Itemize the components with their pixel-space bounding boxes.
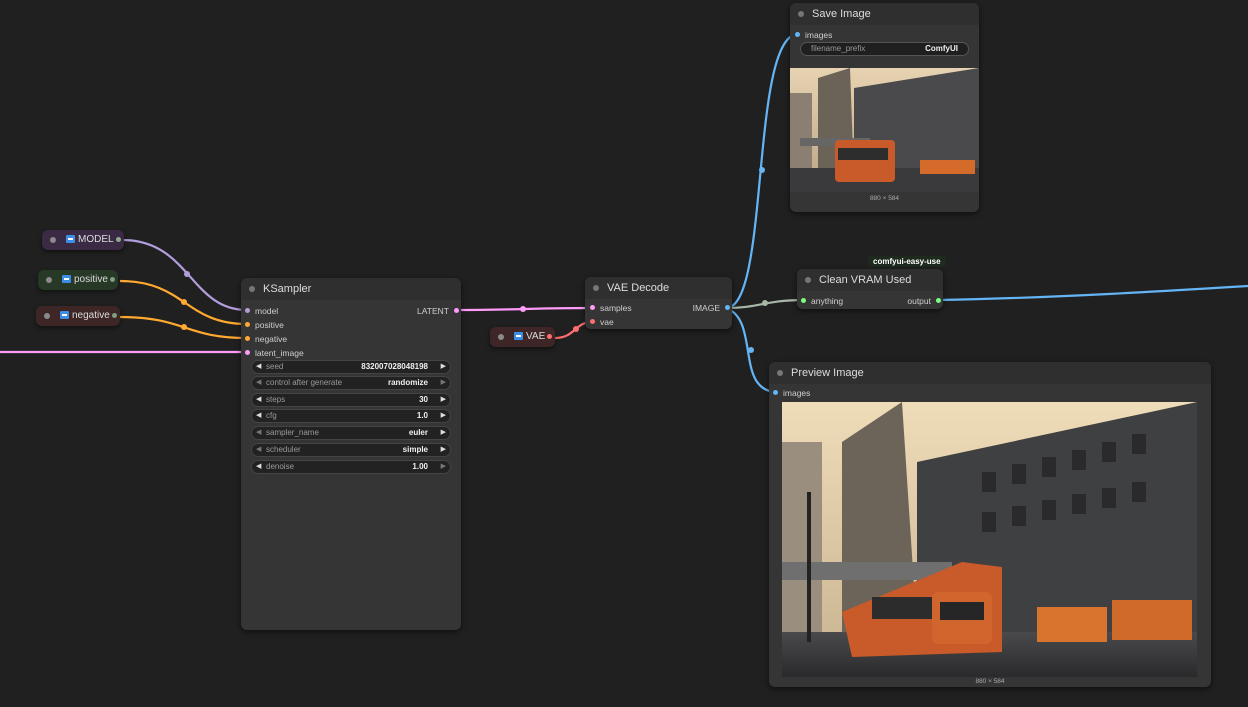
output-output[interactable]: output: [907, 296, 941, 306]
input-samples[interactable]: samples: [590, 303, 632, 313]
reroute-model[interactable]: MODEL: [42, 230, 124, 250]
reroute-icon: [62, 275, 71, 283]
save-image-node[interactable]: Save Image images filename_prefix ComfyU…: [790, 3, 979, 212]
reroute-output-pin[interactable]: [115, 237, 121, 242]
ksampler-title-bar[interactable]: KSampler: [241, 278, 461, 300]
wire-image-save: [725, 32, 798, 310]
save-image-size: 880 × 584: [869, 195, 900, 202]
input-images[interactable]: images: [795, 30, 832, 40]
denoise-widget[interactable]: ◀ denoise 1.00 ▶: [251, 460, 451, 474]
input-anything[interactable]: anything: [801, 296, 843, 306]
node-source-tag: comfyui-easy-use: [868, 256, 946, 267]
input-vae[interactable]: vae: [590, 317, 614, 327]
clean-vram-title: Clean VRAM Used: [819, 274, 912, 286]
preview-image-size: 880 × 584: [975, 678, 1005, 685]
collapse-dot[interactable]: [593, 285, 599, 291]
city-street-image: [782, 402, 1197, 677]
increment-arrow-icon[interactable]: ▶: [441, 361, 446, 373]
scheduler-widget[interactable]: ◀ scheduler simple ▶: [251, 443, 451, 457]
collapse-dot[interactable]: [44, 313, 50, 319]
decrement-arrow-icon[interactable]: ◀: [256, 361, 261, 373]
steps-widget[interactable]: ◀ steps 30 ▶: [251, 393, 451, 407]
seed-widget[interactable]: ◀ seed 832007028048198 ▶: [251, 360, 451, 374]
decrement-arrow-icon[interactable]: ◀: [256, 427, 261, 439]
ksampler-node[interactable]: KSampler model positive negative latent_…: [241, 278, 461, 630]
vae-decode-title: VAE Decode: [607, 282, 670, 294]
sampler-name-widget[interactable]: ◀ sampler_name euler ▶: [251, 426, 451, 440]
wire-image-clean: [725, 298, 805, 310]
reroute-output-pin[interactable]: [111, 313, 117, 318]
collapse-dot[interactable]: [46, 277, 52, 283]
decrement-arrow-icon[interactable]: ◀: [256, 377, 261, 389]
preview-image-display[interactable]: [782, 402, 1197, 677]
wire-negative: [119, 315, 248, 340]
reroute-output-pin[interactable]: [109, 277, 115, 282]
increment-arrow-icon[interactable]: ▶: [441, 410, 446, 422]
ksampler-title: KSampler: [263, 283, 312, 295]
clean-vram-title-bar[interactable]: Clean VRAM Used: [797, 269, 943, 291]
increment-arrow-icon[interactable]: ▶: [441, 377, 446, 389]
reroute-positive[interactable]: positive: [38, 270, 118, 290]
filename-prefix-field[interactable]: filename_prefix ComfyUI: [800, 42, 969, 56]
reroute-model-label: MODEL: [78, 234, 114, 245]
decrement-arrow-icon[interactable]: ◀: [256, 410, 261, 422]
control-after-generate-widget[interactable]: ◀ control after generate randomize ▶: [251, 376, 451, 390]
save-image-title: Save Image: [812, 8, 871, 20]
saved-image-thumbnail[interactable]: [790, 68, 979, 192]
output-latent[interactable]: LATENT: [417, 306, 459, 316]
collapse-dot[interactable]: [50, 237, 56, 243]
decrement-arrow-icon[interactable]: ◀: [256, 461, 261, 473]
collapse-dot[interactable]: [249, 286, 255, 292]
collapse-dot[interactable]: [798, 11, 804, 17]
reroute-negative[interactable]: negative: [36, 306, 120, 326]
decrement-arrow-icon[interactable]: ◀: [256, 444, 261, 456]
preview-image-title: Preview Image: [791, 367, 864, 379]
save-image-title-bar[interactable]: Save Image: [790, 3, 979, 25]
output-image[interactable]: IMAGE: [693, 303, 730, 313]
reroute-icon: [66, 235, 75, 243]
wire-model: [121, 238, 248, 312]
preview-image-title-bar[interactable]: Preview Image: [769, 362, 1211, 384]
city-street-image: [790, 68, 979, 192]
input-positive[interactable]: positive: [245, 320, 284, 330]
wire-latent: [454, 306, 593, 312]
input-model[interactable]: model: [245, 306, 278, 316]
reroute-output-pin[interactable]: [547, 334, 553, 339]
increment-arrow-icon[interactable]: ▶: [441, 461, 446, 473]
reroute-icon: [60, 311, 69, 319]
increment-arrow-icon[interactable]: ▶: [441, 394, 446, 406]
reroute-icon: [514, 332, 523, 340]
vae-decode-title-bar[interactable]: VAE Decode: [585, 277, 732, 299]
reroute-positive-label: positive: [74, 274, 108, 285]
decrement-arrow-icon[interactable]: ◀: [256, 394, 261, 406]
increment-arrow-icon[interactable]: ▶: [441, 444, 446, 456]
input-images[interactable]: images: [773, 388, 810, 398]
wire-positive: [119, 279, 248, 326]
collapse-dot[interactable]: [777, 370, 783, 376]
input-negative[interactable]: negative: [245, 334, 287, 344]
cfg-widget[interactable]: ◀ cfg 1.0 ▶: [251, 409, 451, 423]
reroute-vae-label: VAE: [526, 331, 546, 342]
collapse-dot[interactable]: [498, 334, 504, 340]
reroute-negative-label: negative: [72, 310, 110, 321]
increment-arrow-icon[interactable]: ▶: [441, 427, 446, 439]
input-latent-image[interactable]: latent_image: [245, 348, 304, 358]
collapse-dot[interactable]: [805, 277, 811, 283]
vae-decode-node[interactable]: VAE Decode samples vae IMAGE: [585, 277, 732, 329]
preview-image-node[interactable]: Preview Image images 880 × 584: [769, 362, 1211, 687]
reroute-vae[interactable]: VAE: [490, 327, 556, 347]
wire-output: [937, 284, 1248, 302]
clean-vram-node[interactable]: Clean VRAM Used anything output: [797, 269, 943, 309]
